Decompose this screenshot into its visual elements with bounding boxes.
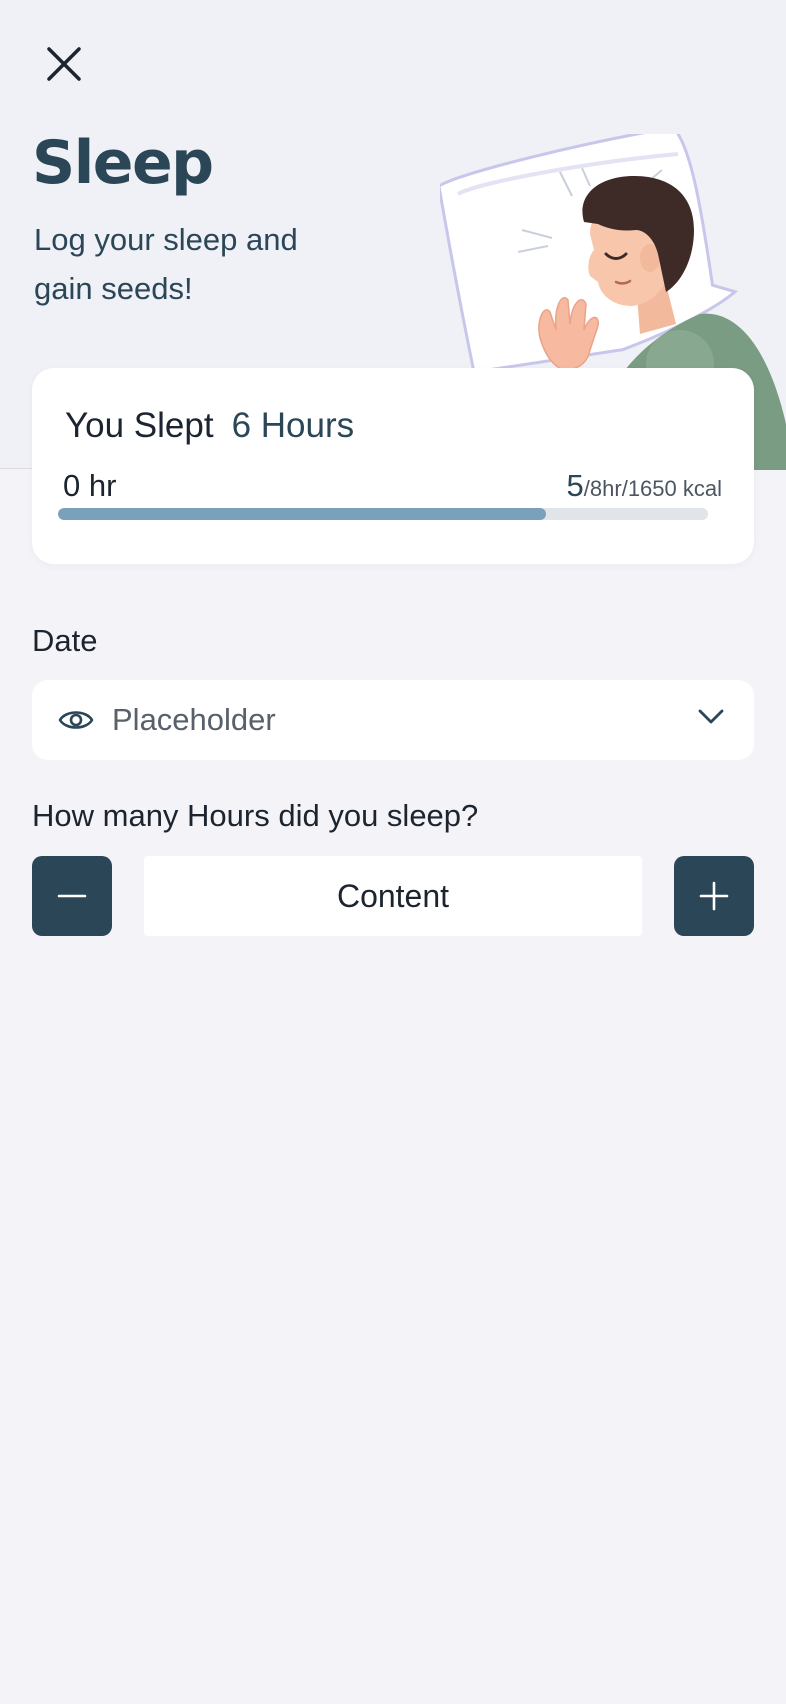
close-icon: [47, 47, 81, 81]
slept-row: You Slept 6 Hours: [65, 406, 354, 446]
hours-value-field[interactable]: Content: [144, 856, 642, 936]
slept-value: 6 Hours: [231, 406, 355, 445]
sleep-progress-bar: [58, 508, 708, 520]
date-select[interactable]: Placeholder: [32, 680, 754, 760]
chevron-down-icon: [698, 709, 724, 724]
sleep-progress-fill: [58, 508, 546, 520]
plus-icon: [699, 881, 729, 911]
eye-icon: [58, 711, 94, 729]
range-end-value: 5: [566, 468, 584, 503]
date-label: Date: [32, 623, 98, 658]
sleep-summary-card: You Slept 6 Hours 0 hr 5 /8hr/1650 kcal: [32, 368, 754, 564]
date-placeholder: Placeholder: [112, 702, 276, 737]
close-button[interactable]: [40, 40, 88, 88]
hours-label: How many Hours did you sleep?: [32, 798, 479, 833]
page-subtitle: Log your sleep and gain seeds!: [34, 222, 298, 306]
slept-label: You Slept: [65, 406, 214, 445]
page-title: Sleep: [32, 128, 214, 198]
increment-button[interactable]: [674, 856, 754, 936]
decrement-button[interactable]: [32, 856, 112, 936]
range-end-label: 5 /8hr/1650 kcal: [567, 468, 722, 504]
sleep-log-screen: Sleep Log your sleep and gain seeds! You: [0, 0, 786, 1704]
minus-icon: [57, 894, 87, 898]
range-start-label: 0 hr: [63, 468, 117, 503]
range-end-suffix: /8hr/1650 kcal: [583, 476, 722, 501]
